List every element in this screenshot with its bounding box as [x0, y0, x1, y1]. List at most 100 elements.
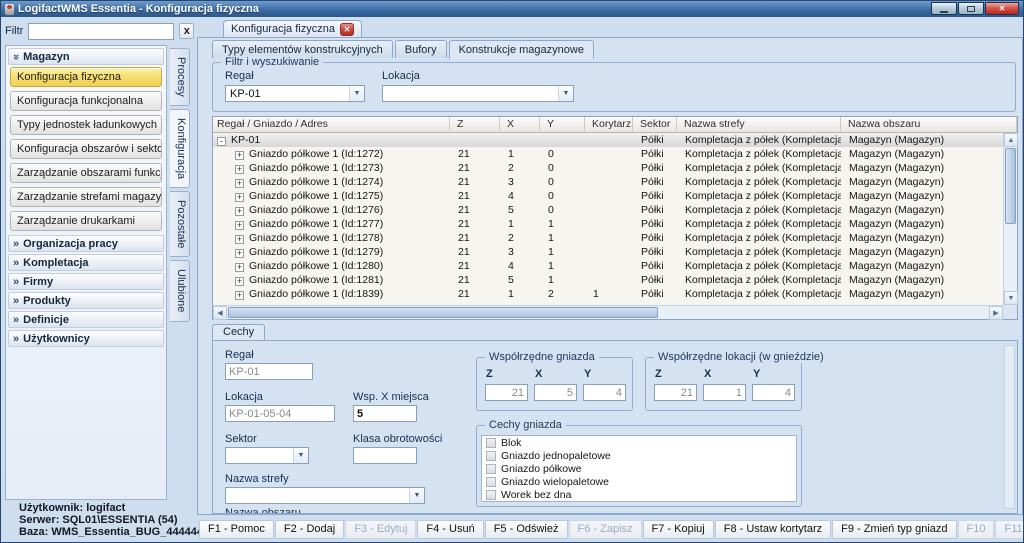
column-header-sektor[interactable]: Sektor: [633, 117, 677, 133]
sidebar-section-użytkownicy[interactable]: » Użytkownicy: [8, 330, 164, 347]
table-row[interactable]: + Gniazdo półkowe 1 (Id:1839) 21 1 2 1 Półki Ko…: [213, 287, 1003, 301]
horizontal-scrollbar[interactable]: ◀ ▶: [213, 305, 1003, 320]
sidebar-section-definicje[interactable]: » Definicje: [8, 311, 164, 328]
lokacja-filter-combobox[interactable]: ▼: [382, 85, 574, 102]
document-tab[interactable]: Konfiguracja fizyczna ✕: [223, 20, 362, 37]
filter-input[interactable]: [28, 22, 175, 40]
table-row[interactable]: + Gniazdo półkowe 1 (Id:1281) 21 5 1 Półki Kom…: [213, 273, 1003, 287]
klasa-field[interactable]: [353, 447, 417, 464]
sidebar-item-zarządzanie-obszarami-funkcjonalnymi[interactable]: Zarządzanie obszarami funkcjonalnymi: [10, 163, 162, 183]
chevron-down-icon[interactable]: ▼: [409, 488, 424, 503]
expand-icon[interactable]: +: [235, 151, 244, 160]
sidebar-item-zarządzanie-drukarkami[interactable]: Zarządzanie drukarkami: [10, 211, 162, 231]
minimize-button[interactable]: [931, 2, 957, 15]
expand-icon[interactable]: +: [235, 263, 244, 272]
expand-icon[interactable]: +: [235, 165, 244, 174]
coords-lokacji-x-field[interactable]: [703, 384, 746, 401]
chevron-down-icon[interactable]: ▼: [558, 86, 573, 101]
column-header-korytarz[interactable]: Korytarz: [585, 117, 633, 133]
checkbox-icon[interactable]: [486, 450, 496, 461]
table-row[interactable]: + Gniazdo półkowe 1 (Id:1277) 21 1 1 Półki Kom…: [213, 217, 1003, 231]
regal-field[interactable]: [225, 363, 313, 380]
checkbox-option-gniazdo-jednopaletowe[interactable]: Gniazdo jednopaletowe: [482, 449, 796, 462]
expand-icon[interactable]: +: [235, 193, 244, 202]
table-row[interactable]: - KP-01 Półki Kompletacja z półek (Kompleta…: [213, 133, 1003, 147]
table-row[interactable]: + Gniazdo półkowe 1 (Id:1279) 21 3 1 Półki Kom…: [213, 245, 1003, 259]
vertical-tab-pozostałe[interactable]: Pozostałe: [170, 190, 190, 258]
vertical-tab-konfiguracja[interactable]: Konfiguracja: [170, 108, 190, 188]
table-row[interactable]: + Gniazdo półkowe 1 (Id:1278) 21 2 1 Półki Kom…: [213, 231, 1003, 245]
checkbox-option-blok[interactable]: Blok: [482, 436, 796, 449]
expand-icon[interactable]: +: [235, 277, 244, 286]
details-scrollbar-track[interactable]: [1004, 345, 1015, 509]
fkey-f1-button[interactable]: F1 - Pomoc: [199, 520, 274, 539]
column-header-x[interactable]: X: [500, 117, 540, 133]
sidebar-item-zarządzanie-strefami-magazynowymi[interactable]: Zarządzanie strefami magazynowymi: [10, 187, 162, 207]
scroll-up-icon[interactable]: ▲: [1004, 133, 1018, 147]
expand-icon[interactable]: +: [235, 179, 244, 188]
checkbox-icon[interactable]: [486, 437, 496, 448]
tab-konstrukcje-magazynowe[interactable]: Konstrukcje magazynowe: [448, 40, 594, 59]
table-row[interactable]: + Gniazdo półkowe 1 (Id:1273) 21 2 0 Półki Kom…: [213, 161, 1003, 175]
sidebar-item-konfiguracja-obszarów-i-sektorów-skł[interactable]: Konfiguracja obszarów i sektorów skł...: [10, 139, 162, 159]
sidebar-section-magazyn[interactable]: »Magazyn: [8, 48, 164, 65]
tab-cechy[interactable]: Cechy: [212, 324, 266, 341]
chevron-down-icon[interactable]: ▼: [349, 86, 364, 101]
expand-icon[interactable]: +: [235, 221, 244, 230]
checkbox-icon[interactable]: [486, 463, 496, 474]
column-header-y[interactable]: Y: [540, 117, 585, 133]
scroll-right-icon[interactable]: ▶: [989, 306, 1003, 320]
fkey-f4-button[interactable]: F4 - Usuń: [417, 520, 484, 539]
sidebar-item-typy-jednostek-ładunkowych[interactable]: Typy jednostek ładunkowych: [10, 115, 162, 135]
vertical-tab-ulubione[interactable]: Ulubione: [170, 260, 190, 322]
tab-bufory[interactable]: Bufory: [394, 40, 447, 58]
table-row[interactable]: + Gniazdo półkowe 1 (Id:1280) 21 4 1 Półki Kom…: [213, 259, 1003, 273]
filter-clear-button[interactable]: x: [179, 23, 195, 39]
coords-lokacji-y-field[interactable]: [752, 384, 795, 401]
fkey-f8-button[interactable]: F8 - Ustaw kortytarz: [714, 520, 832, 539]
column-header-nazwa-strefy[interactable]: Nazwa strefy: [677, 117, 841, 133]
coords-gniazda-y-field[interactable]: [583, 384, 626, 401]
chevron-down-icon[interactable]: ▼: [293, 448, 308, 463]
vertical-tab-procesy[interactable]: Procesy: [170, 48, 190, 106]
fkey-f9-button[interactable]: F9 - Zmień typ gniazd: [832, 520, 957, 539]
table-row[interactable]: + Gniazdo półkowe 1 (Id:1276) 21 5 0 Półki Kom…: [213, 203, 1003, 217]
scroll-left-icon[interactable]: ◀: [213, 306, 227, 320]
checkbox-icon[interactable]: [486, 476, 496, 487]
sidebar-section-kompletacja[interactable]: » Kompletacja: [8, 254, 164, 271]
collapse-icon[interactable]: -: [217, 137, 226, 146]
expand-icon[interactable]: +: [235, 207, 244, 216]
column-header-nazwa-obszaru[interactable]: Nazwa obszaru: [841, 117, 1017, 133]
table-row[interactable]: + Gniazdo półkowe 1 (Id:1275) 21 4 0 Półki Kom…: [213, 189, 1003, 203]
sektor-combobox[interactable]: ▼: [225, 447, 309, 464]
vertical-scrollbar-thumb[interactable]: [1005, 148, 1016, 224]
expand-icon[interactable]: +: [235, 235, 244, 244]
expand-icon[interactable]: +: [235, 291, 244, 300]
lokacja-field[interactable]: [225, 405, 335, 422]
coords-gniazda-z-field[interactable]: [485, 384, 528, 401]
fkey-f7-button[interactable]: F7 - Kopiuj: [642, 520, 714, 539]
close-button[interactable]: ✕: [985, 2, 1019, 15]
sidebar-section-organizacja-pracy[interactable]: » Organizacja pracy: [8, 235, 164, 252]
coords-lokacji-z-field[interactable]: [654, 384, 697, 401]
expand-icon[interactable]: +: [235, 249, 244, 258]
horizontal-scrollbar-thumb[interactable]: [228, 307, 658, 318]
sidebar-item-konfiguracja-fizyczna[interactable]: Konfiguracja fizyczna: [10, 67, 162, 87]
checkbox-option-gniazdo-wielopaletowe[interactable]: Gniazdo wielopaletowe: [482, 475, 796, 488]
wsp-x-field[interactable]: [353, 405, 417, 422]
scroll-down-icon[interactable]: ▼: [1004, 291, 1018, 305]
coords-gniazda-x-field[interactable]: [534, 384, 577, 401]
checkbox-option-worek-bez-dna[interactable]: Worek bez dna: [482, 488, 796, 501]
sidebar-section-firmy[interactable]: » Firmy: [8, 273, 164, 290]
vertical-scrollbar[interactable]: ▲ ▼: [1003, 133, 1018, 305]
sidebar-section-produkty[interactable]: » Produkty: [8, 292, 164, 309]
column-header-z[interactable]: Z: [450, 117, 500, 133]
sidebar-item-konfiguracja-funkcjonalna[interactable]: Konfiguracja funkcjonalna: [10, 91, 162, 111]
table-row[interactable]: + Gniazdo półkowe 1 (Id:1274) 21 3 0 Półki Kom…: [213, 175, 1003, 189]
table-row[interactable]: + Gniazdo półkowe 1 (Id:1272) 21 1 0 Półki Kom…: [213, 147, 1003, 161]
fkey-f5-button[interactable]: F5 - Odśwież: [484, 520, 568, 539]
maximize-button[interactable]: [958, 2, 984, 15]
nazwa-strefy-combobox[interactable]: ▼: [225, 487, 425, 504]
checkbox-icon[interactable]: [486, 489, 496, 500]
fkey-f2-button[interactable]: F2 - Dodaj: [274, 520, 345, 539]
